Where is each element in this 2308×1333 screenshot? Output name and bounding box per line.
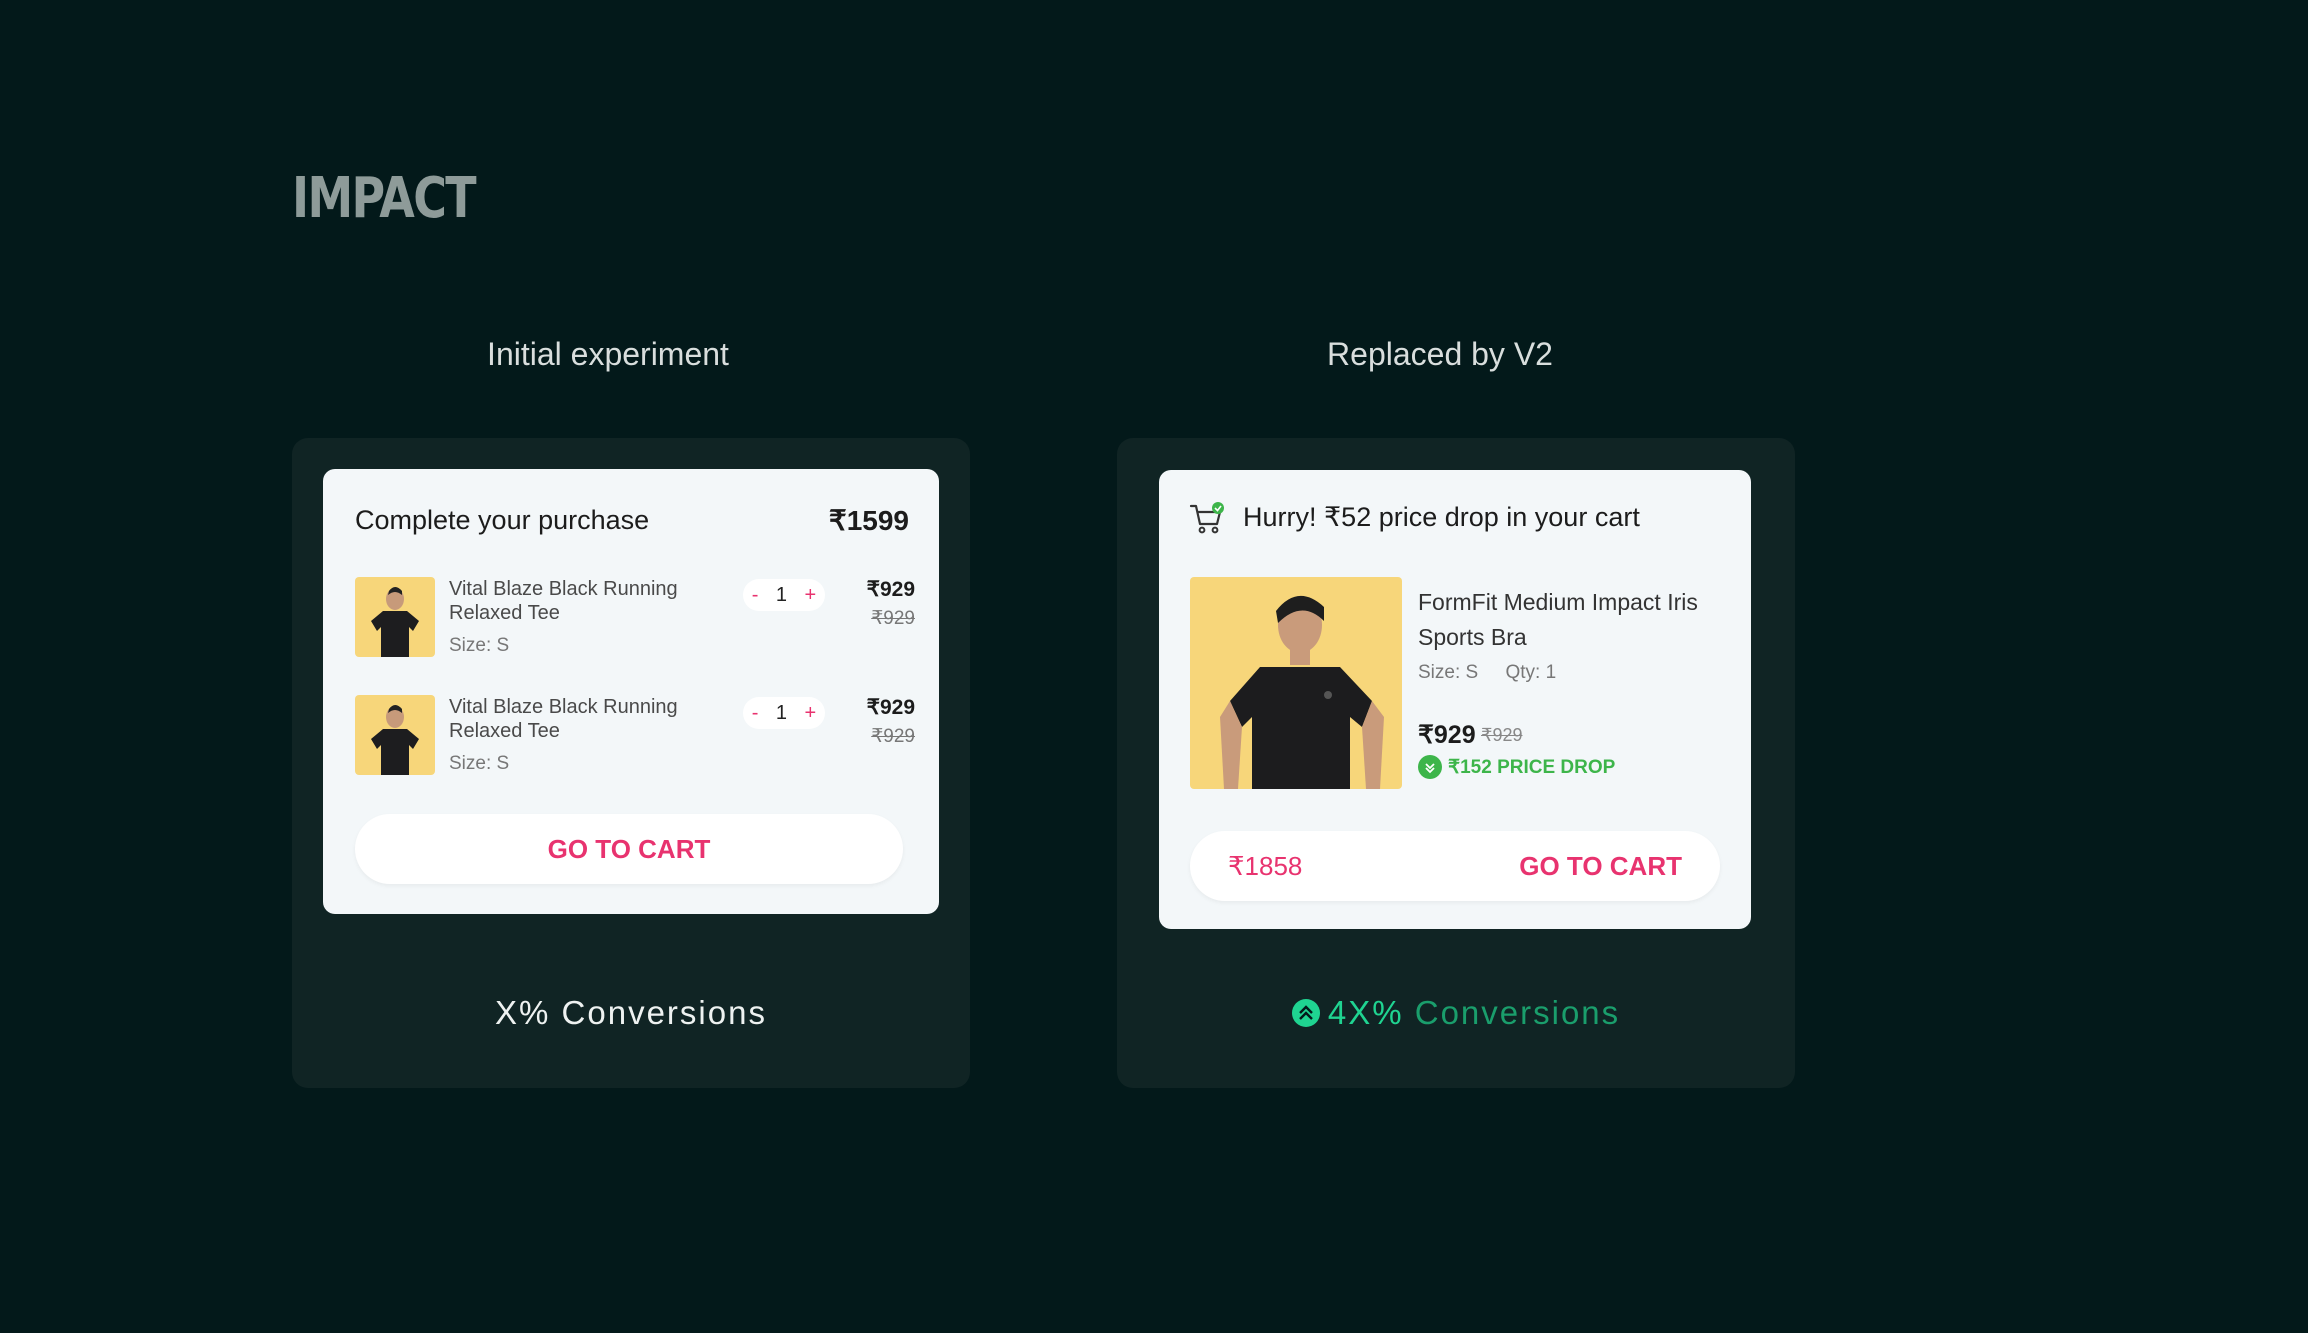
v2-panel: Hurry! ₹52 price drop in your cart FormF… [1117,438,1795,1088]
price-drop-tag: ₹152 PRICE DROP [1418,755,1615,779]
section-heading: IMPACT [292,166,477,231]
go-to-cart-label: GO TO CART [547,833,711,864]
initial-experiment-panel: Complete your purchase ₹1599 Vital Blaze… [292,438,970,1088]
cart-item-row: Vital Blaze Black Running Relaxed Tee Si… [355,695,915,785]
card-title: Complete your purchase [355,505,650,535]
cart-reminder-card-v1: Complete your purchase ₹1599 Vital Blaze… [323,469,939,914]
cart-total: ₹1599 [828,505,909,536]
conversion-value: 4X% [1327,994,1404,1031]
initial-experiment-title: Initial experiment [487,336,729,372]
product-image[interactable] [1190,577,1402,789]
product-thumbnail[interactable] [355,695,435,775]
quantity-value: 1 [775,701,788,724]
price-drop-headline: Hurry! ₹52 price drop in your cart [1243,502,1640,532]
cart-reminder-card-v2: Hurry! ₹52 price drop in your cart FormF… [1159,470,1751,929]
product-size: Size: S [449,753,510,774]
item-price: ₹929 [866,696,915,719]
quantity-stepper: - 1 + [743,579,825,611]
product-size: Size: S [1418,662,1479,683]
item-price: ₹929 [1418,721,1476,749]
quantity-stepper: - 1 + [743,697,825,729]
increment-button[interactable]: + [805,584,817,607]
product-qty: Qty: 1 [1505,662,1557,683]
item-original-price: ₹929 [871,608,915,629]
product-name[interactable]: Vital Blaze Black Running Relaxed Tee [449,695,719,743]
decrement-button[interactable]: - [752,584,759,607]
conversion-result: X% Conversions [495,994,767,1031]
go-to-cart-button[interactable]: GO TO CART [355,814,903,884]
conversion-label: Conversions [1414,994,1621,1031]
product-size: Size: S [449,635,510,656]
increment-button[interactable]: + [805,702,817,725]
product-thumbnail[interactable] [355,577,435,657]
cart-item-row: Vital Blaze Black Running Relaxed Tee Si… [355,577,915,667]
quantity-value: 1 [775,583,788,606]
product-name[interactable]: FormFit Medium Impact Iris Sports Bra [1418,585,1718,655]
chevron-down-badge-icon [1418,755,1442,779]
go-to-cart-button[interactable]: ₹1858 GO TO CART [1190,831,1720,901]
item-price: ₹929 [866,578,915,601]
cart-total: ₹1858 [1228,851,1303,881]
item-original-price: ₹929 [1481,725,1523,745]
go-to-cart-label: GO TO CART [1519,851,1682,881]
price-drop-label: ₹152 PRICE DROP [1448,756,1616,778]
conversion-result: 4X% Conversions [1117,994,1795,1032]
product-meta: Size: S Qty: 1 [1418,662,1556,684]
cart-icon [1189,502,1225,536]
v2-title: Replaced by V2 [1327,336,1553,372]
product-name[interactable]: Vital Blaze Black Running Relaxed Tee [449,577,719,625]
decrement-button[interactable]: - [752,702,759,725]
item-original-price: ₹929 [871,726,915,747]
chevron-up-badge-icon [1291,999,1320,1027]
